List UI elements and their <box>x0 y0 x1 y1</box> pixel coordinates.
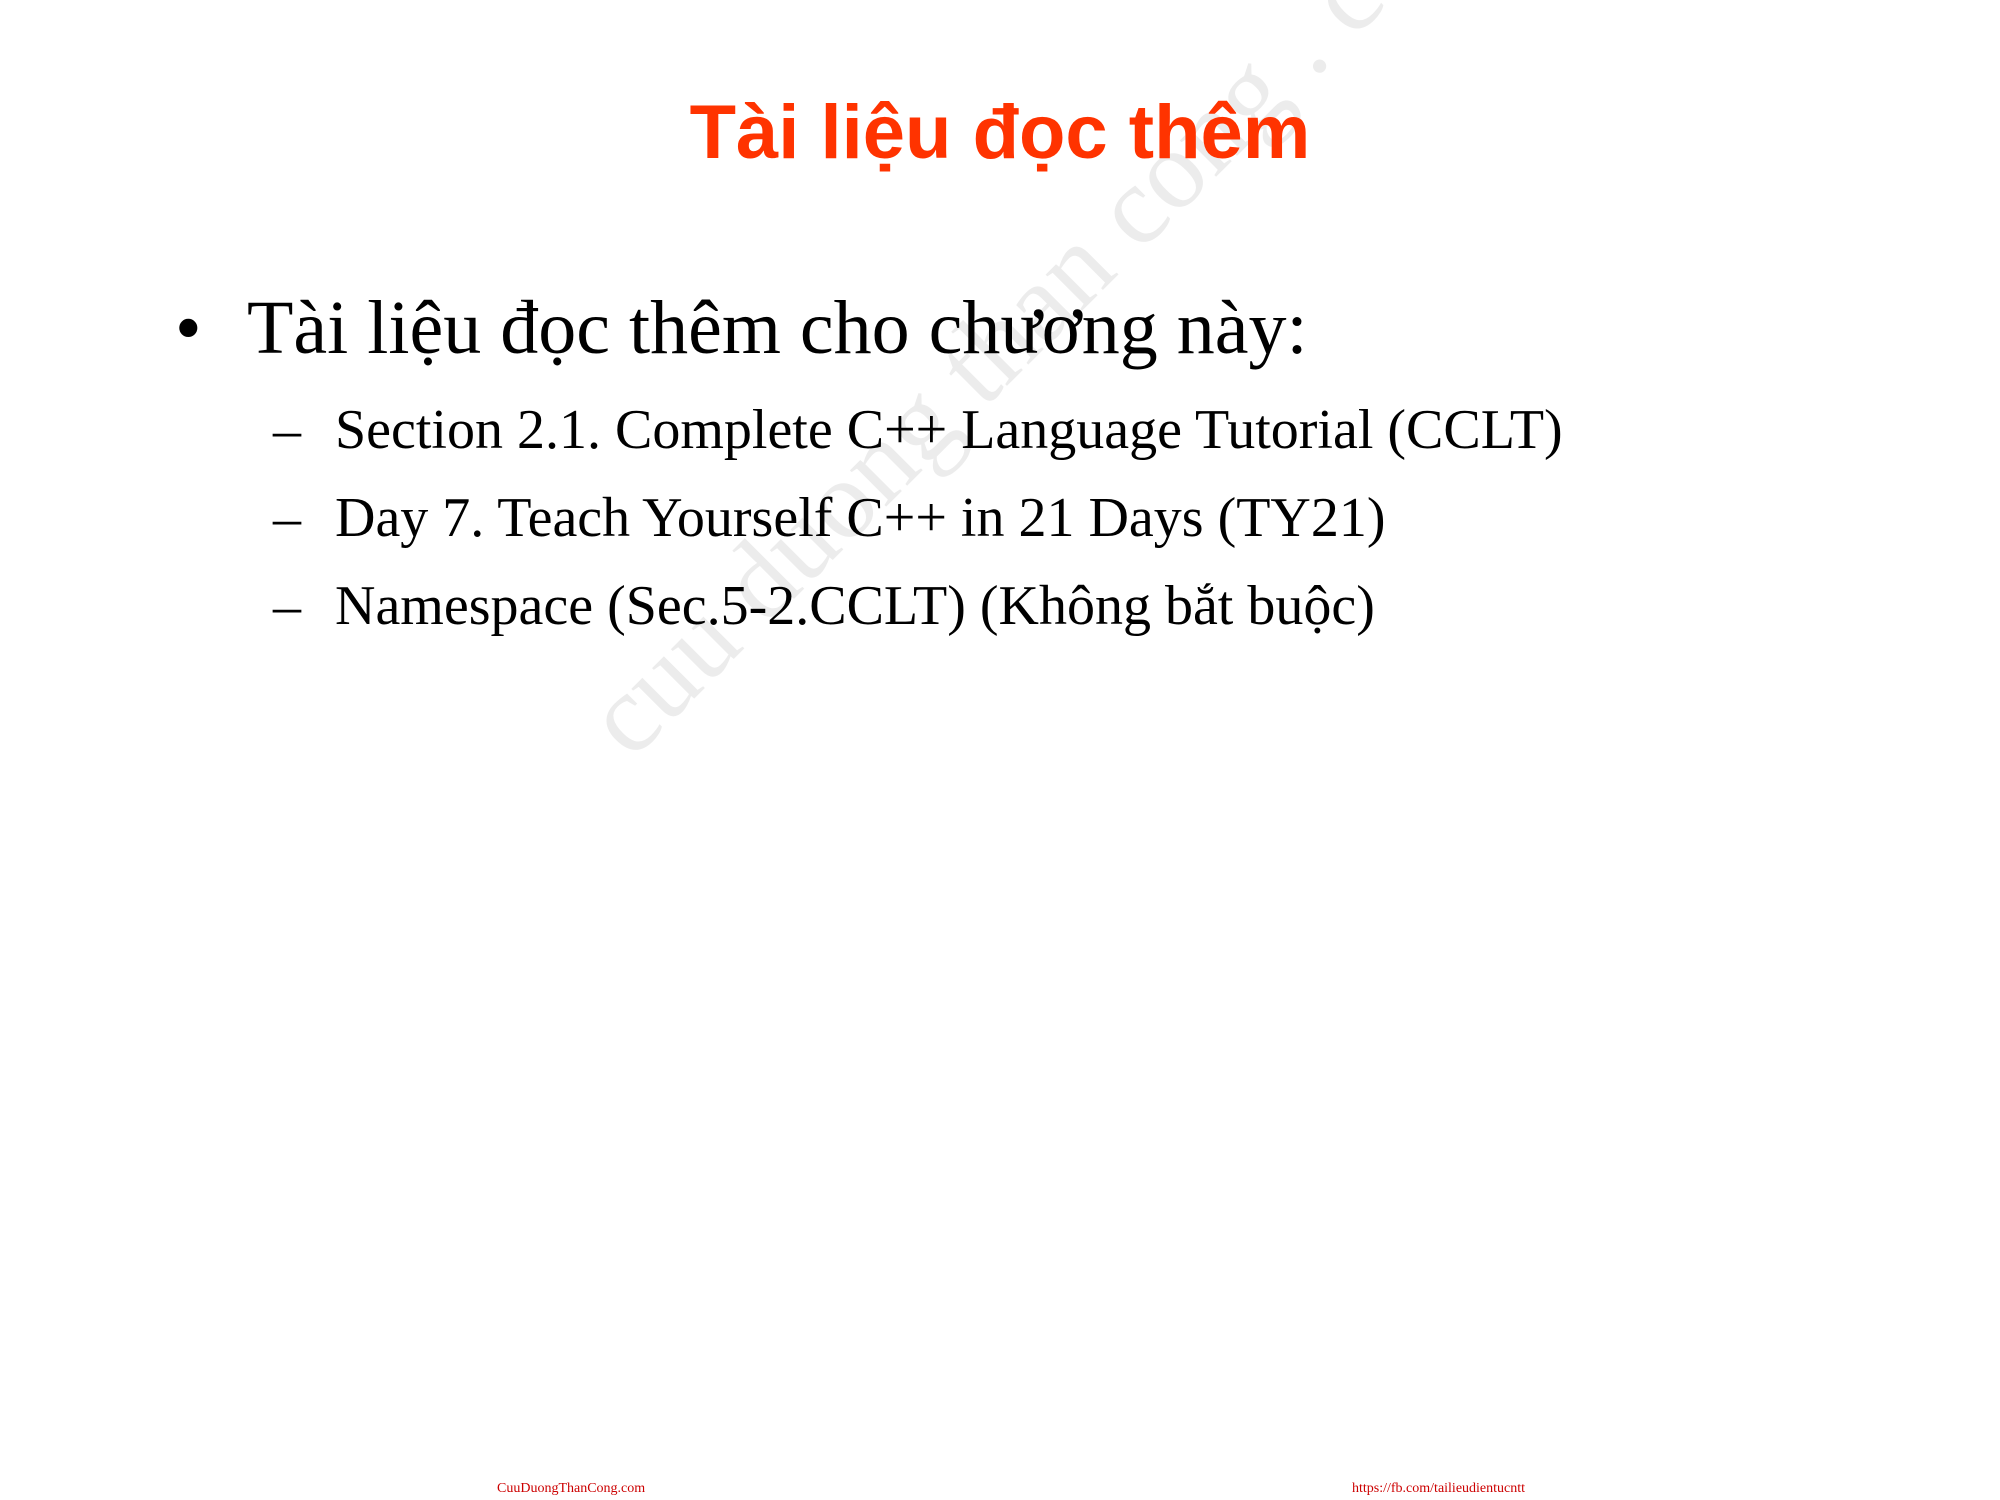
sub-item-ty21: – Day 7. Teach Yourself C++ in 21 Days (T… <box>273 490 1386 546</box>
bullet-item: • Tài liệu đọc thêm cho chương này: <box>175 290 1308 366</box>
footer-right-link[interactable]: https://fb.com/tailieudientucntt <box>1352 1482 1525 1496</box>
slide-title: Tài liệu đọc thêm <box>689 90 1311 175</box>
footer-left-link[interactable]: CuuDuongThanCong.com <box>497 1482 645 1496</box>
sub-item-text: Namespace (Sec.5-2.CCLT) (Không bắt buộc… <box>335 575 1375 637</box>
sub-item-marker: – <box>273 487 301 549</box>
bullet-marker: • <box>175 286 202 370</box>
sub-item-text: Section 2.1. Complete C++ Language Tutor… <box>335 399 1563 461</box>
bullet-text: Tài liệu đọc thêm cho chương này: <box>247 286 1308 370</box>
sub-item-text: Day 7. Teach Yourself C++ in 21 Days (TY… <box>335 487 1386 549</box>
sub-item-cclt: – Section 2.1. Complete C++ Language Tuto… <box>273 402 1563 458</box>
slide: cuu duong than cong . com Tài liệu đọc t… <box>0 0 2000 1500</box>
sub-item-marker: – <box>273 399 301 461</box>
sub-item-marker: – <box>273 575 301 637</box>
sub-item-namespace: – Namespace (Sec.5-2.CCLT) (Không bắt buộ… <box>273 578 1375 634</box>
